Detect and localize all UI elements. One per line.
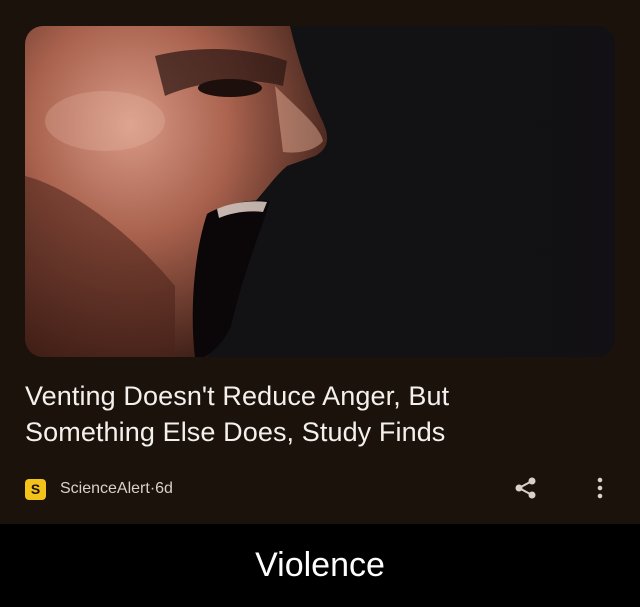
- article-image[interactable]: [25, 26, 615, 357]
- news-card[interactable]: Venting Doesn't Reduce Anger, But Someth…: [0, 0, 640, 524]
- article-headline[interactable]: Venting Doesn't Reduce Anger, But Someth…: [25, 378, 585, 450]
- share-icon[interactable]: [512, 474, 540, 502]
- screaming-man-photo-icon: [25, 26, 615, 357]
- meme-caption: Violence: [255, 546, 385, 584]
- article-source-row[interactable]: S ScienceAlert · 6d: [25, 476, 173, 502]
- more-vertical-icon[interactable]: [590, 474, 610, 502]
- article-age: 6d: [155, 480, 173, 497]
- sciencealert-logo-icon: S: [25, 478, 46, 500]
- source-name: ScienceAlert: [60, 480, 150, 497]
